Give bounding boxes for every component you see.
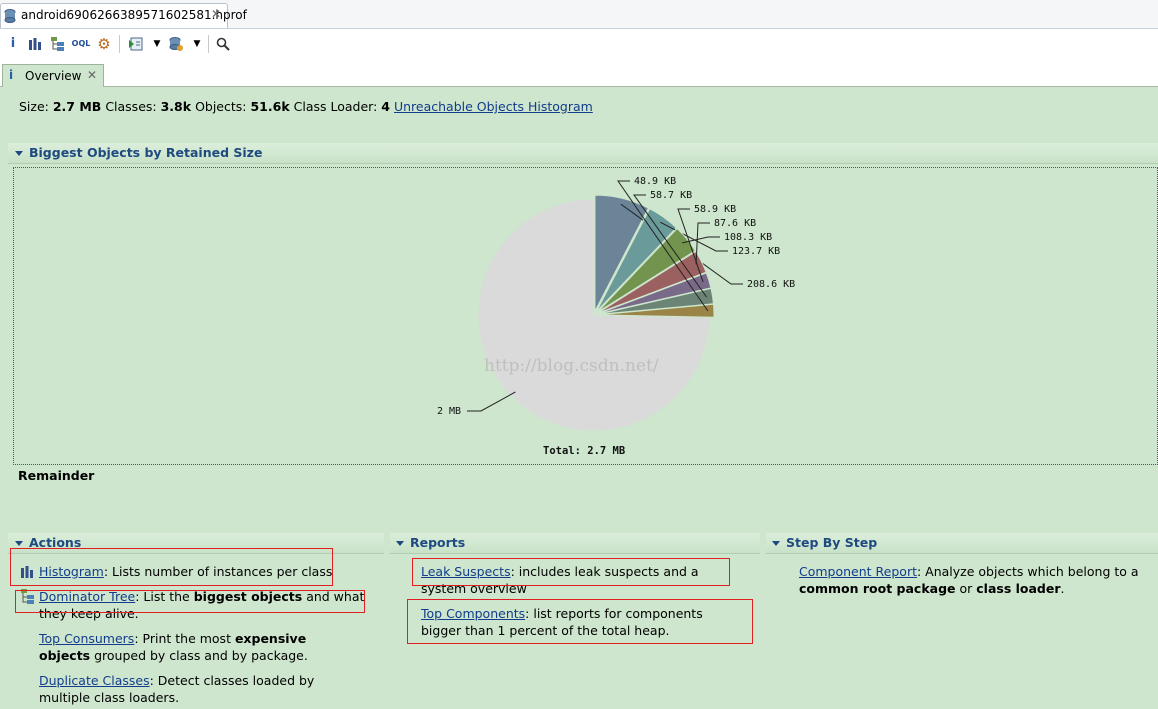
pie-chart-area: 208.6 KB 123.7 KB 108.3 KB 87.6 KB 58.9 KB 58… xyxy=(13,167,1158,465)
info-icon: i xyxy=(9,68,14,82)
run-report-icon[interactable] xyxy=(126,34,146,54)
step-component-report: Component Report: Analyze objects which … xyxy=(799,563,1139,597)
highlight-box xyxy=(407,599,753,644)
chevron-down-icon[interactable]: ▼ xyxy=(187,34,207,54)
pie-slice-label: 123.7 KB xyxy=(732,246,780,257)
objects-value: 51.6k xyxy=(250,99,290,114)
step-by-step-title: Step By Step xyxy=(786,535,878,550)
collapse-triangle-icon[interactable] xyxy=(772,541,780,546)
classes-value: 3.8k xyxy=(160,99,192,114)
pie-slice-label: 58.9 KB xyxy=(694,204,736,215)
step-by-step-header[interactable]: Step By Step xyxy=(766,533,1158,554)
collapse-triangle-icon[interactable] xyxy=(396,541,404,546)
biggest-objects-title: Biggest Objects by Retained Size xyxy=(29,145,263,160)
pie-slice-label: 87.6 KB xyxy=(714,218,756,229)
toolbar-separator xyxy=(208,35,209,53)
tab-overview-label: Overview xyxy=(25,69,82,83)
reports-title: Reports xyxy=(410,535,466,550)
pie-slice-label: 2 MB xyxy=(437,406,461,417)
info-icon[interactable]: i xyxy=(3,34,23,54)
collapse-triangle-icon[interactable] xyxy=(15,541,23,546)
size-value: 2.7 MB xyxy=(52,99,102,114)
pie-chart: 208.6 KB 123.7 KB 108.3 KB 87.6 KB 58.9 KB58… xyxy=(437,176,795,457)
search-icon[interactable] xyxy=(213,34,233,54)
pie-slice-label: 208.6 KB xyxy=(747,279,795,290)
collapse-triangle-icon[interactable] xyxy=(15,151,23,156)
heap-summary: Size: 2.7 MB Classes: 3.8k Objects: 51.6… xyxy=(19,99,593,114)
close-icon[interactable]: ✕ xyxy=(87,68,97,82)
database-icon xyxy=(4,9,16,23)
gear-icon[interactable]: ⚙ xyxy=(94,34,114,54)
consumers-description: : Print the most xyxy=(134,631,235,646)
component-description: : Analyze objects which belong to a xyxy=(916,564,1139,579)
component-bold-root: common root package xyxy=(799,581,956,596)
component-description-end: . xyxy=(1060,581,1065,596)
action-top-consumers: Top Consumers: Print the most expensive … xyxy=(39,630,349,664)
highlight-box xyxy=(15,590,365,613)
highlight-box xyxy=(412,558,730,586)
component-bold-loader: class loader xyxy=(976,581,1061,596)
size-label: Size: xyxy=(19,99,49,114)
pie-slice-label: 48.9 KB xyxy=(634,176,676,187)
pie-leader-line xyxy=(467,391,516,412)
consumers-description-tail: grouped by class and by package. xyxy=(90,648,308,663)
toolbar-separator xyxy=(119,35,120,53)
pie-slice-label: 108.3 KB xyxy=(724,232,772,243)
histogram-icon[interactable] xyxy=(25,34,45,54)
class-loader-label: Class Loader: xyxy=(293,99,378,114)
watermark: http://blog.csdn.net/ xyxy=(484,356,659,376)
classes-label: Classes: xyxy=(105,99,157,114)
top-consumers-link[interactable]: Top Consumers xyxy=(39,631,134,646)
reports-header[interactable]: Reports xyxy=(390,533,760,554)
tab-overview[interactable]: i Overview ✕ xyxy=(2,64,104,87)
heap-dump-icon[interactable] xyxy=(166,34,186,54)
class-loader-value: 4 xyxy=(381,99,390,114)
toolbar: i OQL ⚙ ▼ ▼ xyxy=(0,29,1158,59)
editor-tab-hprof[interactable]: android6906266389571602581.hprof ✕ xyxy=(0,3,247,28)
highlight-box xyxy=(10,548,333,586)
biggest-objects-header[interactable]: Biggest Objects by Retained Size xyxy=(8,143,1158,164)
component-description-or: or xyxy=(955,581,977,596)
dominator-tree-icon[interactable] xyxy=(48,34,68,54)
oql-icon[interactable]: OQL xyxy=(71,34,91,54)
pie-total-label: Total: 2.7 MB xyxy=(543,445,625,457)
action-duplicate-classes: Duplicate Classes: Detect classes loaded… xyxy=(39,672,359,706)
view-tab-strip xyxy=(0,63,1158,87)
chevron-down-icon[interactable]: ▼ xyxy=(147,34,167,54)
pie-slice-label: 58.7 KB xyxy=(650,190,692,201)
remainder-label: Remainder xyxy=(18,468,95,483)
unreachable-objects-histogram-link[interactable]: Unreachable Objects Histogram xyxy=(394,99,593,114)
duplicate-classes-link[interactable]: Duplicate Classes xyxy=(39,673,150,688)
component-report-link[interactable]: Component Report xyxy=(799,564,917,579)
objects-label: Objects: xyxy=(195,99,247,114)
close-icon[interactable]: ✕ xyxy=(211,7,221,21)
